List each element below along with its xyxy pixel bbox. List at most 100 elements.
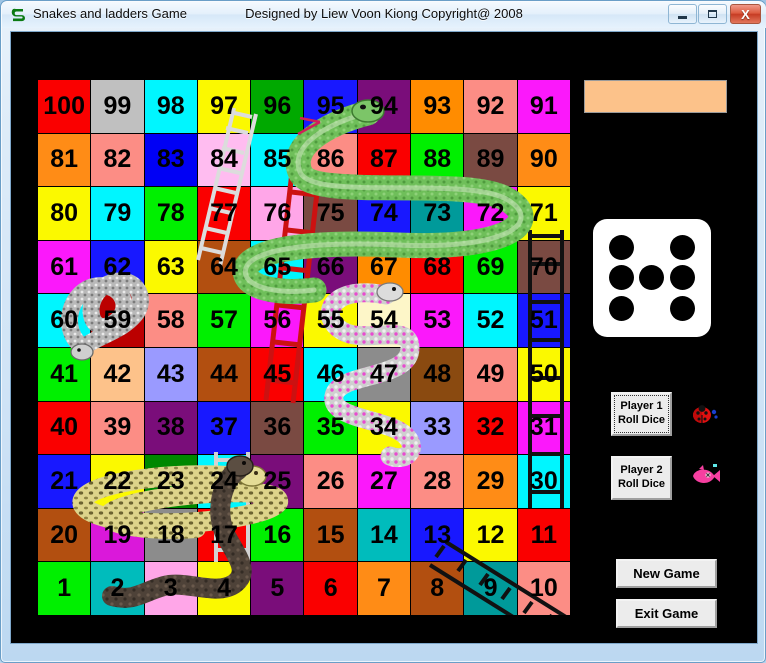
board-cell-66: 66 <box>304 240 357 294</box>
ladybug-token <box>693 405 718 423</box>
board-cell-number: 59 <box>103 306 132 335</box>
board-cell-12: 12 <box>464 508 517 562</box>
board-cell-56: 56 <box>251 294 304 347</box>
board-cell-number: 55 <box>316 306 345 335</box>
board-cell-62: 62 <box>91 240 144 294</box>
minimize-icon <box>678 15 687 19</box>
fish-token <box>693 464 720 483</box>
board-cell-52: 52 <box>464 294 517 347</box>
board-cell-6: 6 <box>304 562 357 615</box>
board-cell-number: 20 <box>50 520 79 549</box>
board-cell-number: 64 <box>210 252 238 281</box>
close-button[interactable]: X <box>730 4 761 24</box>
board-cell-number: 49 <box>476 359 505 388</box>
dice-pip <box>609 265 634 290</box>
board-cell-number: 69 <box>476 252 505 281</box>
board-cell-80: 80 <box>38 187 91 240</box>
board-cell-number: 24 <box>210 466 238 495</box>
board-cell-number: 73 <box>423 198 452 227</box>
board-cell-27: 27 <box>357 455 411 508</box>
board-cell-number: 71 <box>529 198 558 227</box>
board-cell-92: 92 <box>464 80 517 133</box>
board-cell-number: 42 <box>103 359 132 388</box>
board-cell-number: 84 <box>210 145 238 174</box>
new-game-label: New Game <box>633 566 700 581</box>
board-cell-number: 88 <box>423 145 452 174</box>
board-cell-number: 70 <box>529 252 558 281</box>
board-cell-number: 48 <box>423 359 452 388</box>
board-cell-number: 96 <box>263 91 292 120</box>
board-cell-86: 86 <box>304 133 357 187</box>
board-cell-number: 5 <box>270 574 285 603</box>
board-cell-number: 9 <box>483 574 498 603</box>
board-cell-68: 68 <box>411 240 464 294</box>
board-cell-32: 32 <box>464 401 517 455</box>
board-cell-72: 72 <box>464 187 517 240</box>
board-cell-20: 20 <box>38 508 91 562</box>
game-client-area: 100 99 98 97 96 95 94 93 92 91 81 82 83 84 85 86 87 88 89 9… <box>10 31 758 644</box>
board-cell-99: 99 <box>91 80 144 133</box>
board-cell-55: 55 <box>304 294 357 347</box>
board-cell-number: 80 <box>50 198 79 227</box>
board-cell-number: 14 <box>370 520 398 549</box>
board-cell-number: 47 <box>370 359 398 388</box>
board-cell-29: 29 <box>464 455 517 508</box>
application-window: Snakes and ladders Game Designed by Liew… <box>0 0 766 663</box>
board-cell-number: 6 <box>323 574 338 603</box>
minimize-button[interactable] <box>668 4 697 24</box>
window-title: Snakes and ladders Game <box>33 6 187 21</box>
board-cell-number: 11 <box>530 520 558 549</box>
maximize-button[interactable] <box>698 4 727 24</box>
board-cell-47: 47 <box>357 347 411 401</box>
board-cell-number: 65 <box>263 252 292 281</box>
board-cell-50: 50 <box>517 347 570 401</box>
status-message-box <box>584 80 727 113</box>
board-cell-number: 22 <box>103 466 132 495</box>
board-cell-number: 2 <box>110 574 125 603</box>
dice-display <box>593 219 711 337</box>
board-cell-85: 85 <box>251 133 304 187</box>
board-cell-30: 30 <box>517 455 570 508</box>
player1-roll-dice-button[interactable]: Player 1 Roll Dice <box>611 392 672 436</box>
board-cell-number: 68 <box>423 252 452 281</box>
board-cell-74: 74 <box>357 187 411 240</box>
board-cell-35: 35 <box>304 401 357 455</box>
board-cell-67: 67 <box>357 240 411 294</box>
board-cell-number: 100 <box>43 91 85 120</box>
board-cell-number: 92 <box>476 91 505 120</box>
new-game-button[interactable]: New Game <box>616 559 717 588</box>
board-cell-13: 13 <box>411 508 464 562</box>
board-cell-number: 40 <box>50 413 79 442</box>
board-cell-number: 21 <box>50 466 79 495</box>
board-cell-number: 67 <box>370 252 398 281</box>
board-cell-number: 66 <box>316 252 345 281</box>
board-cell-number: 90 <box>529 145 558 174</box>
board-cell-59: 59 <box>91 294 144 347</box>
player2-button-line1: Player 2 <box>620 464 663 477</box>
board-cell-58: 58 <box>144 294 197 347</box>
board-cell-38: 38 <box>144 401 197 455</box>
board-cell-33: 33 <box>411 401 464 455</box>
board-cell-number: 8 <box>430 574 445 603</box>
board-cell-90: 90 <box>517 133 570 187</box>
board-cell-31: 31 <box>517 401 570 455</box>
board-cell-49: 49 <box>464 347 517 401</box>
board-cell-21: 21 <box>38 455 91 508</box>
board-cell-number: 37 <box>210 413 238 442</box>
board-cell-number: 95 <box>316 91 345 120</box>
board-cell-number: 41 <box>50 359 79 388</box>
board-cell-number: 62 <box>103 252 132 281</box>
board-cell-number: 46 <box>316 359 345 388</box>
exit-game-button[interactable]: Exit Game <box>616 599 717 628</box>
board-cell-number: 72 <box>476 198 505 227</box>
board-cell-43: 43 <box>144 347 197 401</box>
board-cell-11: 11 <box>517 508 570 562</box>
player1-button-line1: Player 1 <box>620 400 663 413</box>
board-cell-65: 65 <box>251 240 304 294</box>
player2-roll-dice-button[interactable]: Player 2 Roll Dice <box>611 456 672 500</box>
board-cell-number: 99 <box>103 91 132 120</box>
board-cell-number: 58 <box>156 306 185 335</box>
board-cell-89: 89 <box>464 133 517 187</box>
exit-game-label: Exit Game <box>634 606 699 621</box>
board-cell-number: 91 <box>529 91 558 120</box>
